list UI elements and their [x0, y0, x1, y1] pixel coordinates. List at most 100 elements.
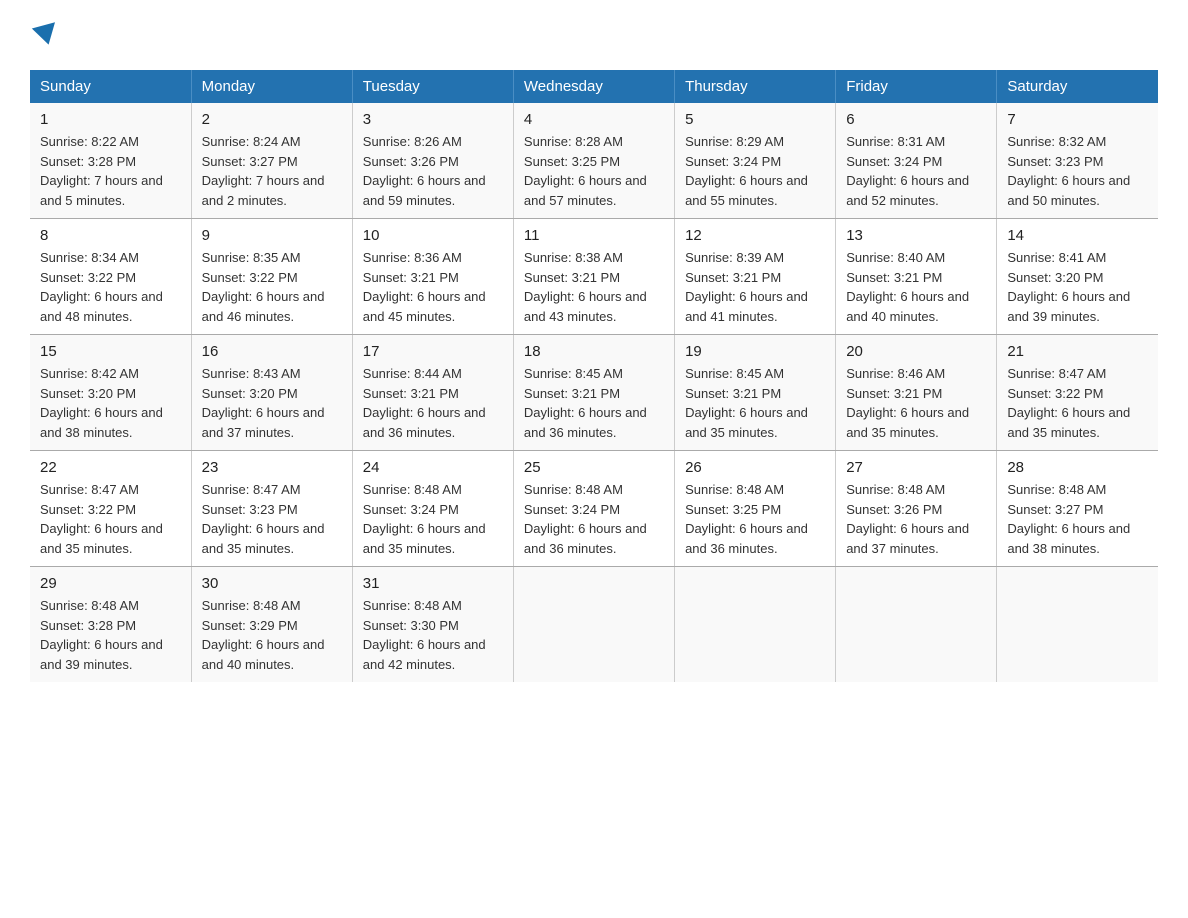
day-number: 14	[1007, 227, 1148, 244]
day-info: Sunrise: 8:45 AMSunset: 3:21 PMDaylight:…	[685, 364, 825, 442]
daylight-text: Daylight: 6 hours and	[202, 289, 325, 304]
day-info: Sunrise: 8:43 AMSunset: 3:20 PMDaylight:…	[202, 364, 342, 442]
sunrise-text: Sunrise: 8:48 AM	[363, 482, 462, 497]
day-info: Sunrise: 8:48 AMSunset: 3:26 PMDaylight:…	[846, 480, 986, 558]
sunrise-text: Sunrise: 8:45 AM	[685, 366, 784, 381]
header-wednesday: Wednesday	[513, 70, 674, 103]
daylight-minutes-text: and 36 minutes.	[524, 425, 617, 440]
day-number: 1	[40, 111, 181, 128]
sunset-text: Sunset: 3:28 PM	[40, 154, 136, 169]
calendar-day-cell: 27Sunrise: 8:48 AMSunset: 3:26 PMDayligh…	[836, 451, 997, 567]
daylight-minutes-text: and 41 minutes.	[685, 309, 778, 324]
daylight-minutes-text: and 35 minutes.	[363, 541, 456, 556]
day-info: Sunrise: 8:48 AMSunset: 3:24 PMDaylight:…	[363, 480, 503, 558]
sunrise-text: Sunrise: 8:48 AM	[524, 482, 623, 497]
sunrise-text: Sunrise: 8:24 AM	[202, 134, 301, 149]
calendar-table: Sunday Monday Tuesday Wednesday Thursday…	[30, 70, 1158, 682]
calendar-day-cell: 17Sunrise: 8:44 AMSunset: 3:21 PMDayligh…	[352, 335, 513, 451]
daylight-text: Daylight: 6 hours and	[40, 521, 163, 536]
calendar-day-cell: 7 Sunrise: 8:32 AMSunset: 3:23 PMDaylight…	[997, 103, 1158, 219]
day-info: Sunrise: 8:48 AMSunset: 3:25 PMDaylight:…	[685, 480, 825, 558]
daylight-text: Daylight: 6 hours and	[846, 521, 969, 536]
day-number: 13	[846, 227, 986, 244]
day-info: Sunrise: 8:22 AM Sunset: 3:28 PM Daylight:…	[40, 132, 181, 210]
daylight-text: Daylight: 6 hours and	[524, 173, 647, 188]
sunrise-text: Sunrise: 8:29 AM	[685, 134, 784, 149]
day-number: 28	[1007, 459, 1148, 476]
sunset-text: Sunset: 3:22 PM	[40, 270, 136, 285]
calendar-week-row: 8 Sunrise: 8:34 AM Sunset: 3:22 PM Daylight…	[30, 219, 1158, 335]
day-number: 7	[1007, 111, 1148, 128]
calendar-day-cell: 21Sunrise: 8:47 AMSunset: 3:22 PMDayligh…	[997, 335, 1158, 451]
daylight-text: Daylight: 6 hours and	[363, 521, 486, 536]
sunset-text: Sunset: 3:21 PM	[524, 386, 620, 401]
daylight-minutes-text: and 42 minutes.	[363, 657, 456, 672]
sunset-text: Sunset: 3:20 PM	[202, 386, 298, 401]
day-number: 2	[202, 111, 342, 128]
day-number: 17	[363, 343, 503, 360]
daylight-minutes-text: and 43 minutes.	[524, 309, 617, 324]
sunrise-text: Sunrise: 8:42 AM	[40, 366, 139, 381]
day-info: Sunrise: 8:34 AMSunset: 3:22 PMDaylight:…	[40, 248, 181, 326]
day-number: 20	[846, 343, 986, 360]
day-info: Sunrise: 8:32 AMSunset: 3:23 PMDaylight:…	[1007, 132, 1148, 210]
sunrise-text: Sunrise: 8:39 AM	[685, 250, 784, 265]
day-info: Sunrise: 8:47 AMSunset: 3:22 PMDaylight:…	[40, 480, 181, 558]
daylight-minutes-text: and 5 minutes.	[40, 193, 125, 208]
day-info: Sunrise: 8:39 AMSunset: 3:21 PMDaylight:…	[685, 248, 825, 326]
calendar-day-cell: 13Sunrise: 8:40 AMSunset: 3:21 PMDayligh…	[836, 219, 997, 335]
calendar-day-cell: 9Sunrise: 8:35 AMSunset: 3:22 PMDaylight…	[191, 219, 352, 335]
day-number: 8	[40, 227, 181, 244]
daylight-text: Daylight: 6 hours and	[524, 405, 647, 420]
calendar-day-cell: 31Sunrise: 8:48 AMSunset: 3:30 PMDayligh…	[352, 567, 513, 683]
daylight-minutes-text: and 36 minutes.	[363, 425, 456, 440]
sunset-text: Sunset: 3:21 PM	[685, 270, 781, 285]
day-number: 29	[40, 575, 181, 592]
daylight-minutes-text: and 35 minutes.	[40, 541, 133, 556]
calendar-day-cell: 16Sunrise: 8:43 AMSunset: 3:20 PMDayligh…	[191, 335, 352, 451]
daylight-minutes-text: and 38 minutes.	[1007, 541, 1100, 556]
sunrise-text: Sunrise: 8:48 AM	[40, 598, 139, 613]
daylight-text: Daylight: 6 hours and	[1007, 521, 1130, 536]
daylight-minutes-text: and 35 minutes.	[846, 425, 939, 440]
daylight-minutes-text: and 40 minutes.	[846, 309, 939, 324]
daylight-minutes-text: and 39 minutes.	[1007, 309, 1100, 324]
daylight-text: Daylight: 6 hours and	[363, 173, 486, 188]
sunrise-text: Sunrise: 8:47 AM	[40, 482, 139, 497]
calendar-day-cell	[513, 567, 674, 683]
day-info: Sunrise: 8:41 AMSunset: 3:20 PMDaylight:…	[1007, 248, 1148, 326]
sunrise-text: Sunrise: 8:45 AM	[524, 366, 623, 381]
calendar-day-cell: 14 Sunrise: 8:41 AMSunset: 3:20 PMDayligh…	[997, 219, 1158, 335]
calendar-day-cell: 2 Sunrise: 8:24 AMSunset: 3:27 PMDaylight…	[191, 103, 352, 219]
calendar-week-row: 29Sunrise: 8:48 AMSunset: 3:28 PMDayligh…	[30, 567, 1158, 683]
sunrise-text: Sunrise: 8:34 AM	[40, 250, 139, 265]
sunset-text: Sunset: 3:21 PM	[846, 270, 942, 285]
day-number: 30	[202, 575, 342, 592]
calendar-week-row: 1 Sunrise: 8:22 AM Sunset: 3:28 PM Daylight…	[30, 103, 1158, 219]
daylight-minutes-text: and 36 minutes.	[524, 541, 617, 556]
sunset-text: Sunset: 3:27 PM	[1007, 502, 1103, 517]
daylight-text: Daylight: 6 hours and	[363, 405, 486, 420]
day-info: Sunrise: 8:46 AMSunset: 3:21 PMDaylight:…	[846, 364, 986, 442]
calendar-day-cell: 3Sunrise: 8:26 AMSunset: 3:26 PMDaylight…	[352, 103, 513, 219]
daylight-text: Daylight: 6 hours and	[1007, 289, 1130, 304]
daylight-minutes-text: and 36 minutes.	[685, 541, 778, 556]
logo	[30, 20, 58, 52]
header-saturday: Saturday	[997, 70, 1158, 103]
calendar-day-cell: 19Sunrise: 8:45 AMSunset: 3:21 PMDayligh…	[675, 335, 836, 451]
day-info: Sunrise: 8:35 AMSunset: 3:22 PMDaylight:…	[202, 248, 342, 326]
daylight-text: Daylight: 7 hours and	[40, 173, 163, 188]
day-number: 26	[685, 459, 825, 476]
sunset-text: Sunset: 3:23 PM	[1007, 154, 1103, 169]
day-info: Sunrise: 8:24 AMSunset: 3:27 PMDaylight:…	[202, 132, 342, 210]
calendar-day-cell: 24Sunrise: 8:48 AMSunset: 3:24 PMDayligh…	[352, 451, 513, 567]
calendar-day-cell: 20 Sunrise: 8:46 AMSunset: 3:21 PMDayligh…	[836, 335, 997, 451]
sunrise-text: Sunrise: 8:22 AM	[40, 134, 139, 149]
calendar-day-cell	[836, 567, 997, 683]
day-number: 11	[524, 227, 664, 244]
calendar-day-cell: 5Sunrise: 8:29 AMSunset: 3:24 PMDaylight…	[675, 103, 836, 219]
sunrise-text: Sunrise: 8:46 AM	[846, 366, 945, 381]
calendar-day-cell: 10Sunrise: 8:36 AMSunset: 3:21 PMDayligh…	[352, 219, 513, 335]
calendar-day-cell: 26 Sunrise: 8:48 AMSunset: 3:25 PMDayligh…	[675, 451, 836, 567]
header-thursday: Thursday	[675, 70, 836, 103]
